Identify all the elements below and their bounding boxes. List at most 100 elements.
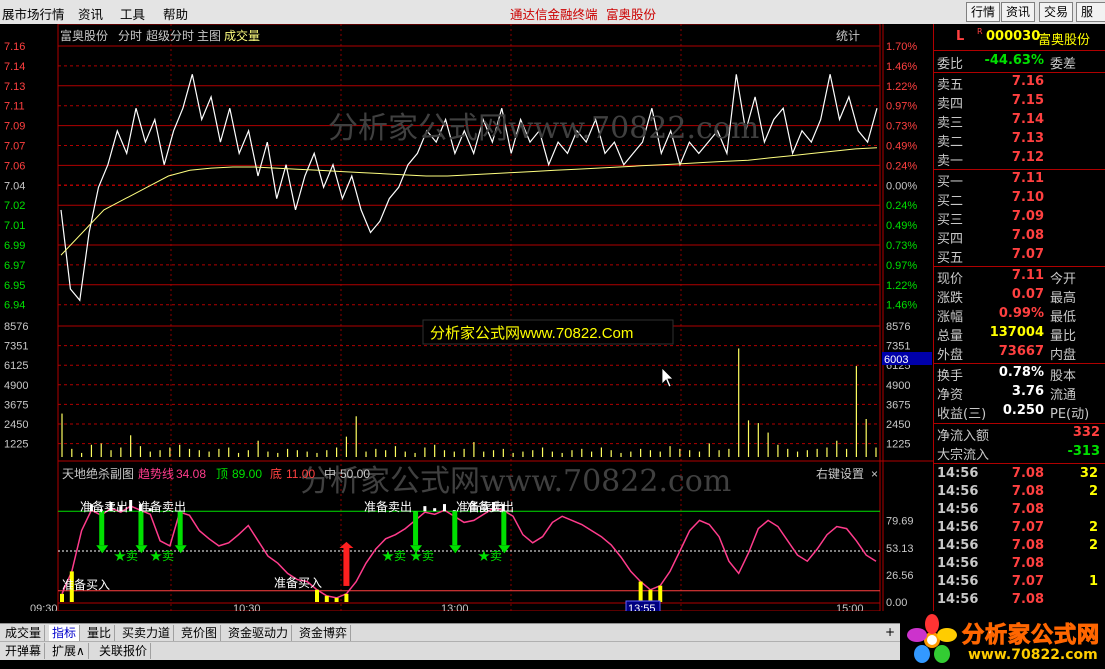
- mode-fenshi[interactable]: 分时: [118, 29, 142, 43]
- stats-button[interactable]: 统计: [836, 29, 860, 43]
- tick-price: 7.08: [1011, 466, 1044, 481]
- volume-tick-label-right: 2450: [886, 419, 910, 431]
- volume-tick-label-right: 8576: [886, 321, 910, 333]
- volume-tick-label: 4900: [4, 380, 28, 392]
- legend-top-value: 89.00: [232, 467, 262, 481]
- bid-row-label: 买五: [937, 251, 964, 266]
- menu-help[interactable]: 帮助: [163, 4, 188, 23]
- quote-stat-row-label: 总量: [937, 329, 964, 344]
- signal-label: ★卖: [150, 549, 174, 563]
- tick-time: 14:56: [937, 502, 979, 517]
- pct-tick-label: 0.24%: [886, 160, 917, 172]
- flower-logo-icon: [907, 614, 957, 663]
- tab-关联报价[interactable]: 关联报价: [96, 643, 152, 659]
- time-cursor-label: 13:55: [628, 603, 656, 611]
- quote-stat-row-label2: 量比: [1050, 329, 1077, 344]
- tab-成交量[interactable]: 成交量: [2, 625, 46, 641]
- quote-stat-row-value: 0.99%: [998, 306, 1044, 321]
- close-icon[interactable]: ×: [871, 467, 878, 481]
- weicha-label: 委差: [1050, 57, 1077, 72]
- menu-news[interactable]: 资讯: [78, 4, 103, 23]
- tab-资金驱动力[interactable]: 资金驱动力: [225, 625, 293, 641]
- quote-stat-row-label: 涨跌: [937, 291, 964, 306]
- pct-tick-label: 0.97%: [886, 260, 917, 272]
- pct-tick-label: 0.49%: [886, 141, 917, 153]
- ask-row-value: 7.13: [1011, 131, 1044, 146]
- quote-stat2-row-label2: 流通: [1050, 388, 1077, 403]
- legend-trend-value: 34.08: [176, 467, 206, 481]
- tick-time: 14:56: [937, 484, 979, 499]
- btn-trade[interactable]: 交易: [1039, 2, 1074, 22]
- tab-开弹幕[interactable]: 开弹幕: [2, 643, 46, 659]
- quote-stat2-row-label: 净资: [937, 388, 964, 403]
- watermark: 分析家公式网www.70822.com: [328, 111, 759, 146]
- pct-tick-label: 1.46%: [886, 300, 917, 312]
- bid-row: 买二 7.10: [934, 190, 1105, 209]
- menu-tools[interactable]: 工具: [120, 4, 145, 23]
- bid-row-value: 7.11: [1011, 171, 1044, 186]
- sell-arrow-icon: [138, 511, 144, 546]
- app-title: 通达信金融终端: [510, 7, 598, 22]
- volume-tick-label: 3675: [4, 399, 28, 411]
- ask-row-value: 7.16: [1011, 74, 1044, 89]
- signal-label: 准备买入: [274, 576, 322, 590]
- logo: 分析家公式网 www.70822.com: [900, 611, 1105, 669]
- quote-stat2-row-value: 0.78%: [998, 365, 1044, 380]
- btn-quotes[interactable]: 行情: [966, 2, 1001, 22]
- logo-text: 分析家公式网: [961, 623, 1101, 649]
- bid-row-value: 7.07: [1011, 247, 1044, 262]
- bid-row-label: 买四: [937, 232, 964, 247]
- pct-tick-label: 1.22%: [886, 81, 917, 93]
- tick-row: 14:56 7.07 1: [934, 574, 1105, 592]
- tab-量比[interactable]: 量比: [84, 625, 116, 641]
- pct-tick-label: 1.22%: [886, 280, 917, 292]
- watermark-banner-text: 分析家公式网www.70822.Com: [430, 325, 633, 342]
- quote-stat2-row: 净资 3.76 流通: [934, 384, 1105, 403]
- tick-volume: 2: [1088, 484, 1098, 499]
- ask-row-label: 卖一: [937, 154, 964, 169]
- mode-main[interactable]: 主图: [197, 29, 221, 43]
- signal-label: ★卖: [478, 549, 502, 563]
- volume-cursor-value: 6003: [884, 354, 908, 366]
- signal-label: 准备卖出: [466, 500, 514, 514]
- quote-stat2-row-label2: 股本: [1050, 369, 1077, 384]
- indicator-settings[interactable]: 右键设置: [816, 466, 864, 481]
- tick-price: 7.07: [1011, 574, 1044, 589]
- ask-row: 卖五 7.16: [934, 74, 1105, 93]
- pct-tick-label: 0.00%: [886, 180, 917, 192]
- chart-area[interactable]: 准备买入准备卖出 准备卖出★卖 ★卖准备买入准备卖出 准备卖出★卖 ★卖准备卖出★卖 7…: [0, 24, 933, 611]
- market-marker: L: [956, 29, 965, 44]
- legend-top-name: 顶: [216, 467, 228, 481]
- flow-row-label: 大宗流入: [937, 448, 990, 463]
- price-tick-label: 7.11: [4, 101, 25, 113]
- tab-买卖力道[interactable]: 买卖力道: [119, 625, 175, 641]
- tab-指标[interactable]: 指标: [49, 625, 81, 641]
- price-tick-label: 7.07: [4, 141, 25, 153]
- quote-stat-row-value: 7.11: [1011, 268, 1044, 283]
- tab-扩展∧[interactable]: 扩展∧: [49, 643, 89, 659]
- tab-资金博弈[interactable]: 资金博弈: [296, 625, 352, 641]
- quote-stat2-row-value: 0.250: [1002, 403, 1044, 418]
- signal-label: 准备卖出: [364, 500, 412, 514]
- bid-row-label: 买三: [937, 213, 964, 228]
- price-tick-label: 6.99: [4, 240, 25, 252]
- signal-label: 准备买入: [62, 578, 110, 592]
- tick-price: 7.08: [1011, 538, 1044, 553]
- quote-stat-row-label2: 内盘: [1050, 348, 1077, 363]
- tick-price: 7.08: [1011, 592, 1044, 607]
- ask-row-label: 卖二: [937, 135, 964, 150]
- indicator-tick-label: 79.69: [886, 516, 914, 528]
- menu-market[interactable]: 展市场行情: [2, 4, 65, 23]
- stock-code: 000030: [986, 29, 1041, 44]
- bid-row-value: 7.08: [1011, 228, 1044, 243]
- add-tab-button[interactable]: +: [885, 625, 895, 639]
- btn-info[interactable]: 资讯: [1001, 2, 1036, 22]
- tab-竞价图[interactable]: 竞价图: [178, 625, 222, 641]
- mode-super-fenshi[interactable]: 超级分时: [146, 28, 194, 43]
- quote-stat-row: 现价 7.11 今开: [934, 268, 1105, 287]
- tick-time: 14:56: [937, 466, 979, 481]
- bid-row-value: 7.10: [1011, 190, 1044, 205]
- legend-mid-value: 50.00: [340, 467, 370, 481]
- btn-service[interactable]: 服务: [1076, 2, 1105, 22]
- time-tick-label: 15:00: [836, 603, 864, 611]
